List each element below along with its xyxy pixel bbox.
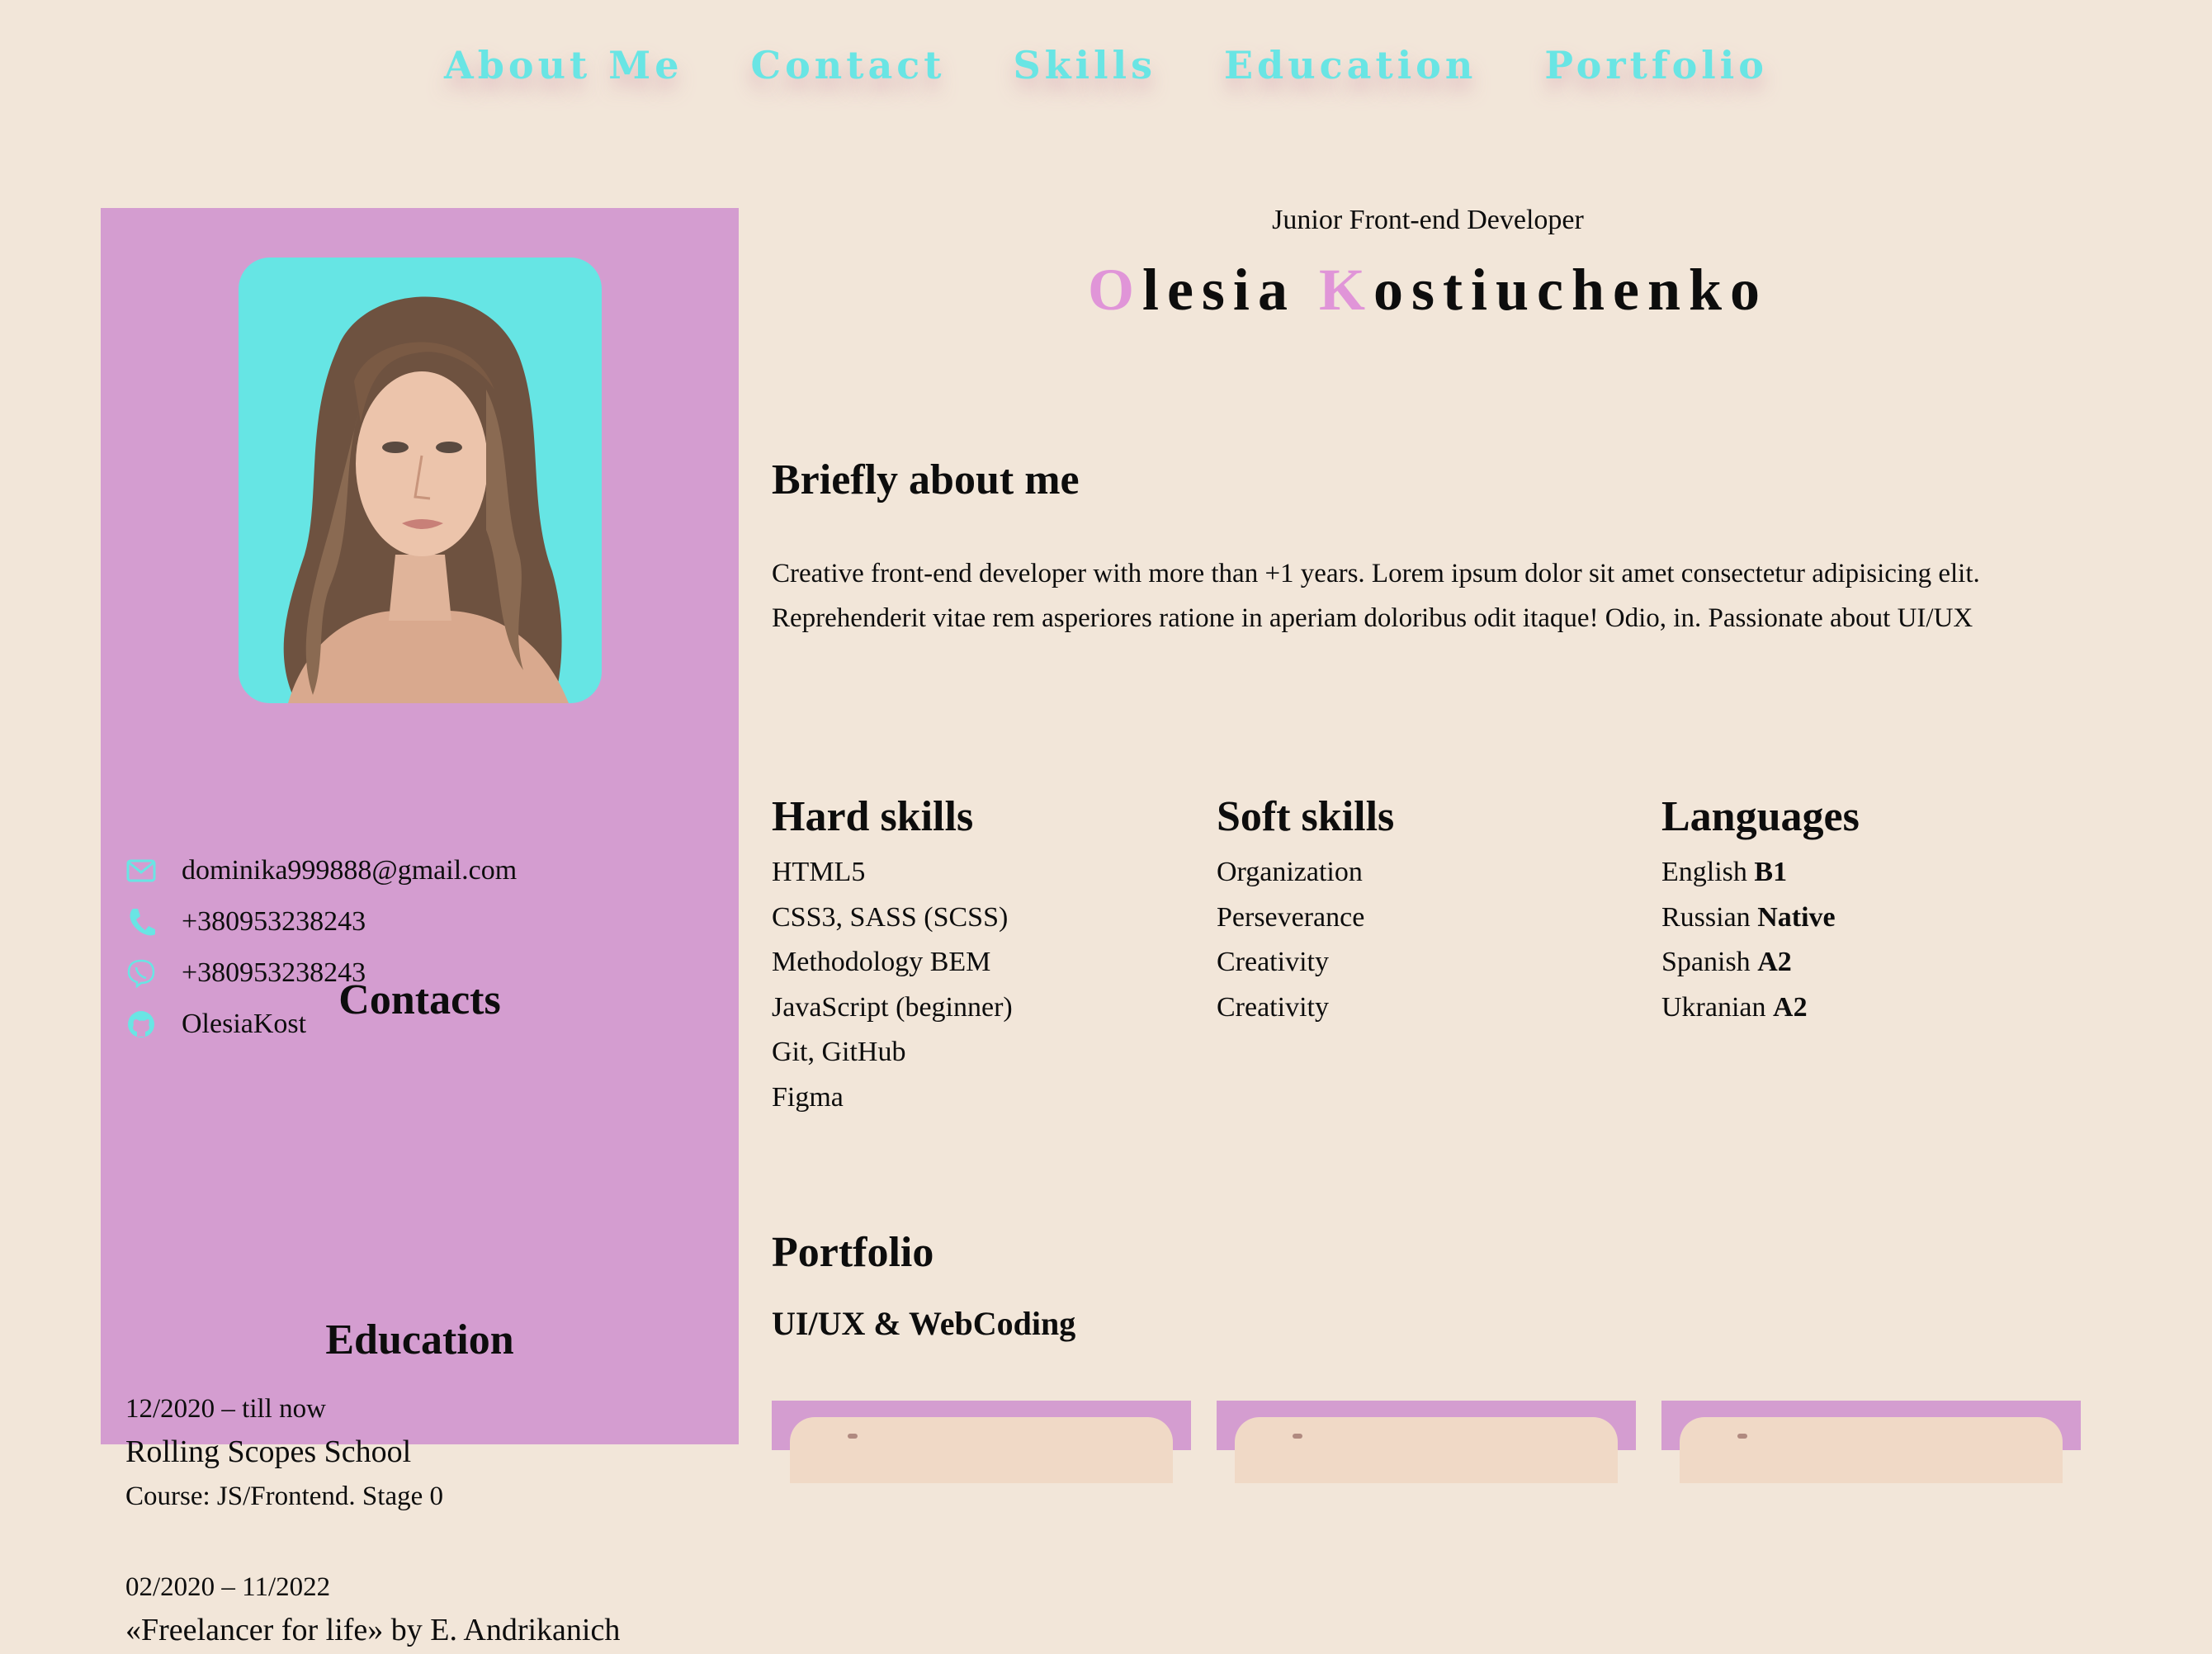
language-item: English B1 [1661,857,1788,887]
hard-skills: Hard skills HTML5 CSS3, SASS (SCSS) Meth… [772,792,1184,1120]
portfolio-card[interactable] [1661,1401,2081,1483]
skill-item: Creativity [1217,947,1329,977]
mail-icon [125,855,157,886]
nav-link-about[interactable]: About Me [444,43,683,87]
contact-phone-text[interactable]: +380953238243 [182,906,366,938]
about-text: Creative front-end developer with more t… [772,559,1980,633]
contact-email[interactable]: dominika999888@gmail.com [125,845,517,896]
name-initial: O [1087,257,1142,323]
contact-github[interactable]: OlesiaKost [125,999,517,1050]
github-icon [125,1009,157,1040]
about-heading: Briefly about me [772,456,1080,503]
language-item: Russian Native [1661,901,1836,933]
contact-email-text[interactable]: dominika999888@gmail.com [182,855,517,886]
edu-school: Rolling Scopes School [125,1434,412,1469]
skill-item: Git, GitHub [772,1037,906,1067]
edu-school: «Freelancer for life» by E. Andrikanich [125,1613,621,1647]
name-initial: K [1318,257,1373,323]
nav-link-education[interactable]: Education [1224,43,1477,87]
nav-link-contact[interactable]: Contact [750,43,945,87]
contact-github-text[interactable]: OlesiaKost [182,1009,306,1040]
skill-item: Perseverance [1217,901,1365,933]
edu-date: 12/2020 – till now [125,1394,326,1424]
skill-item: Methodology BEM [772,947,991,977]
portfolio-heading: Portfolio [772,1229,934,1276]
languages: Languages English B1 Russian Native Span… [1661,792,2074,1030]
education-list: 12/2020 – till now Rolling Scopes School… [125,1390,720,1654]
name-part: ostiuchenko [1373,257,1769,323]
phone-icon [125,906,157,938]
soft-skills: Soft skills Organization Perseverance Cr… [1217,792,1629,1030]
contact-list: dominika999888@gmail.com +380953238243 +… [125,845,517,1050]
top-nav: About Me Contact Skills Education Portfo… [0,43,2212,87]
skill-item: Figma [772,1081,844,1113]
contact-phone[interactable]: +380953238243 [125,896,517,948]
portfolio-card[interactable] [1217,1401,1636,1483]
skill-item: HTML5 [772,857,866,887]
edu-date: 02/2020 – 11/2022 [125,1572,331,1602]
portfolio-card[interactable] [772,1401,1191,1483]
hard-skills-heading: Hard skills [772,793,974,840]
skill-item: JavaScript (beginner) [772,991,1013,1023]
soft-skills-heading: Soft skills [1217,793,1395,840]
skill-item: Creativity [1217,991,1329,1023]
education-heading: Education [325,1316,514,1363]
languages-heading: Languages [1661,793,1860,840]
viber-icon [125,957,157,989]
profile-photo [239,258,602,703]
person-name: Olesia Kostiuchenko [772,256,2084,324]
edu-course: Course: JS/Frontend. Stage 0 [125,1482,443,1511]
language-item: Spanish A2 [1661,947,1792,977]
portfolio-subheading: UI/UX & WebCoding [772,1305,1076,1342]
contact-viber-text[interactable]: +380953238243 [182,957,366,989]
contact-viber[interactable]: +380953238243 [125,948,517,999]
skill-item: CSS3, SASS (SCSS) [772,901,1009,933]
nav-link-portfolio[interactable]: Portfolio [1544,43,1768,87]
skill-item: Organization [1217,857,1363,887]
nav-link-skills[interactable]: Skills [1014,43,1156,87]
job-title: Junior Front-end Developer [1272,205,1584,235]
name-part: lesia [1141,257,1296,323]
language-item: Ukranian A2 [1661,991,1808,1023]
sidebar: Contacts dominika999888@gmail.com +38095… [101,208,739,1647]
